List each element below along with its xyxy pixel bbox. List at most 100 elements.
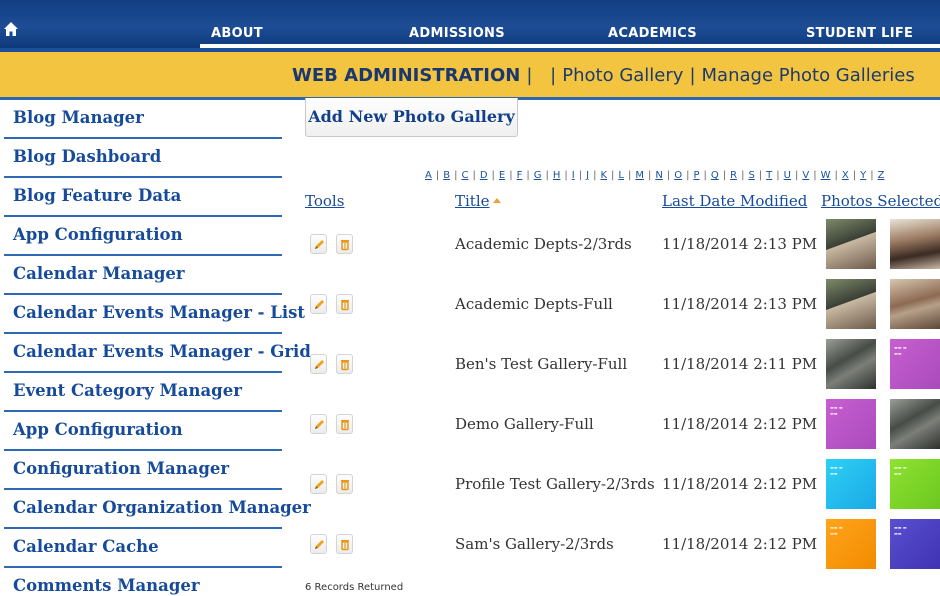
delete-trash-icon[interactable]	[336, 294, 353, 314]
photo-thumbnail[interactable]: ▬▬ ▬ ▬▬	[890, 459, 940, 509]
photo-thumbnail[interactable]	[826, 339, 876, 389]
alphabet-link-d[interactable]: D	[480, 170, 488, 181]
column-header-photos-selected[interactable]: Photos Selected	[821, 192, 940, 210]
alphabet-separator: |	[834, 170, 838, 181]
thumbnail-caption: ▬▬ ▬ ▬▬	[894, 525, 907, 536]
delete-trash-icon[interactable]	[336, 534, 353, 554]
edit-pencil-icon[interactable]	[310, 294, 327, 314]
alphabet-link-p[interactable]: P	[693, 170, 699, 181]
edit-pencil-icon[interactable]	[310, 234, 327, 254]
alphabet-link-b[interactable]: B	[443, 170, 450, 181]
alphabet-separator: |	[870, 170, 874, 181]
photo-thumbnail[interactable]	[826, 219, 876, 269]
alphabet-separator: |	[666, 170, 671, 181]
gallery-last-modified: 11/18/2014 2:12 PM	[662, 475, 818, 493]
photo-thumbnail[interactable]: ▬▬ ▬ ▬▬	[826, 459, 876, 509]
alphabet-link-j[interactable]: J	[586, 170, 589, 181]
alphabet-separator: |	[526, 170, 530, 181]
alphabet-link-e[interactable]: E	[499, 170, 505, 181]
sidebar-item-blog-feature-data[interactable]: Blog Feature Data	[4, 178, 282, 217]
alphabet-link-q[interactable]: Q	[711, 170, 719, 181]
gallery-title: Academic Depts-2/3rds	[455, 235, 632, 253]
alphabet-separator: |	[472, 170, 476, 181]
alphabet-link-a[interactable]: A	[425, 170, 432, 181]
gallery-title: Profile Test Gallery-2/3rds	[455, 475, 655, 493]
thumbnail-caption: ▬▬ ▬ ▬▬	[830, 525, 843, 536]
delete-trash-icon[interactable]	[336, 474, 353, 494]
alphabet-link-l[interactable]: L	[618, 170, 624, 181]
table-row: Demo Gallery-Full 11/18/2014 2:12 PM ▬▬ ▬ ▬…	[0, 398, 940, 458]
alphabet-link-t[interactable]: T	[766, 170, 772, 181]
table-row: Ben's Test Gallery-Full 11/18/2014 2:11 P…	[0, 338, 940, 398]
alphabet-separator: |	[454, 170, 458, 181]
thumbnail-caption: ▬▬ ▬ ▬▬	[894, 465, 907, 476]
gallery-last-modified: 11/18/2014 2:13 PM	[662, 295, 818, 313]
alphabet-link-y[interactable]: Y	[860, 170, 866, 181]
delete-trash-icon[interactable]	[336, 354, 353, 374]
photo-thumbnail[interactable]	[826, 279, 876, 329]
home-icon[interactable]	[3, 21, 19, 37]
records-count: 6 Records Returned	[305, 582, 404, 593]
alphabet-link-m[interactable]: M	[635, 170, 644, 181]
alphabet-link-i[interactable]: I	[572, 170, 575, 181]
alphabet-separator: |	[703, 170, 707, 181]
nav-item-about[interactable]: ABOUT	[211, 26, 263, 41]
column-header-title[interactable]: Title	[455, 192, 501, 210]
alphabet-link-f[interactable]: F	[517, 170, 523, 181]
alphabet-link-r[interactable]: R	[730, 170, 737, 181]
alphabet-separator: |	[545, 170, 549, 181]
alphabet-separator: |	[578, 170, 583, 181]
alphabet-link-c[interactable]: C	[461, 170, 468, 181]
table-row: Profile Test Gallery-2/3rds 11/18/2014 2:…	[0, 458, 940, 518]
sort-ascending-icon	[492, 198, 501, 203]
edit-pencil-icon[interactable]	[310, 474, 327, 494]
nav-item-student-life[interactable]: STUDENT LIFE	[806, 26, 913, 41]
alphabet-link-s[interactable]: S	[748, 170, 754, 181]
breadcrumb-photo-gallery[interactable]: Photo Gallery	[562, 65, 683, 86]
photo-thumbnail[interactable]	[890, 219, 940, 269]
photo-thumbnail[interactable]	[890, 399, 940, 449]
alphabet-link-h[interactable]: H	[553, 170, 561, 181]
alphabet-separator: |	[852, 170, 857, 181]
thumbnail-caption: ▬▬ ▬ ▬▬	[894, 345, 907, 356]
thumbnail-caption: ▬▬ ▬ ▬▬	[830, 465, 843, 476]
column-header-last-date-modified[interactable]: Last Date Modified	[662, 192, 807, 210]
alphabet-link-k[interactable]: K	[600, 170, 607, 181]
alphabet-separator: |	[509, 170, 513, 181]
page-banner: WEB ADMINISTRATION | | Photo Gallery | Manag…	[0, 48, 940, 100]
gallery-title: Ben's Test Gallery-Full	[455, 355, 628, 373]
alphabet-separator: |	[647, 170, 652, 181]
sidebar-item-blog-manager[interactable]: Blog Manager	[4, 100, 282, 139]
column-header-tools[interactable]: Tools	[305, 192, 344, 210]
delete-trash-icon[interactable]	[336, 414, 353, 434]
nav-item-academics[interactable]: ACADEMICS	[608, 26, 697, 41]
photo-thumbnail[interactable]: ▬▬ ▬ ▬▬	[890, 519, 940, 569]
thumbnail-caption: ▬▬ ▬ ▬▬	[830, 405, 843, 416]
add-new-photo-gallery-button[interactable]: Add New Photo Gallery	[305, 98, 518, 137]
photo-thumbnail[interactable]: ▬▬ ▬ ▬▬	[826, 399, 876, 449]
alphabet-link-u[interactable]: U	[784, 170, 791, 181]
alphabet-separator: |	[776, 170, 780, 181]
alphabet-link-v[interactable]: V	[802, 170, 809, 181]
alphabet-link-g[interactable]: G	[534, 170, 542, 181]
edit-pencil-icon[interactable]	[310, 534, 327, 554]
alphabet-link-o[interactable]: O	[674, 170, 682, 181]
photo-thumbnail[interactable]: ▬▬ ▬ ▬▬	[890, 339, 940, 389]
nav-item-admissions[interactable]: ADMISSIONS	[409, 26, 505, 41]
alphabet-separator: |	[686, 170, 690, 181]
edit-pencil-icon[interactable]	[310, 414, 327, 434]
gallery-last-modified: 11/18/2014 2:12 PM	[662, 535, 818, 553]
alphabet-link-w[interactable]: W	[821, 170, 831, 181]
table-row: Sam's Gallery-2/3rds 11/18/2014 2:12 PM ▬▬…	[0, 518, 940, 578]
delete-trash-icon[interactable]	[336, 234, 353, 254]
alphabet-separator: |	[627, 170, 632, 181]
alphabet-link-x[interactable]: X	[842, 170, 849, 181]
sidebar-item-blog-dashboard[interactable]: Blog Dashboard	[4, 139, 282, 178]
edit-pencil-icon[interactable]	[310, 354, 327, 374]
gallery-last-modified: 11/18/2014 2:13 PM	[662, 235, 818, 253]
alphabet-link-n[interactable]: N	[655, 170, 662, 181]
alphabet-link-z[interactable]: Z	[878, 170, 885, 181]
alphabet-separator: |	[435, 170, 440, 181]
photo-thumbnail[interactable]	[890, 279, 940, 329]
photo-thumbnail[interactable]: ▬▬ ▬ ▬▬	[826, 519, 876, 569]
